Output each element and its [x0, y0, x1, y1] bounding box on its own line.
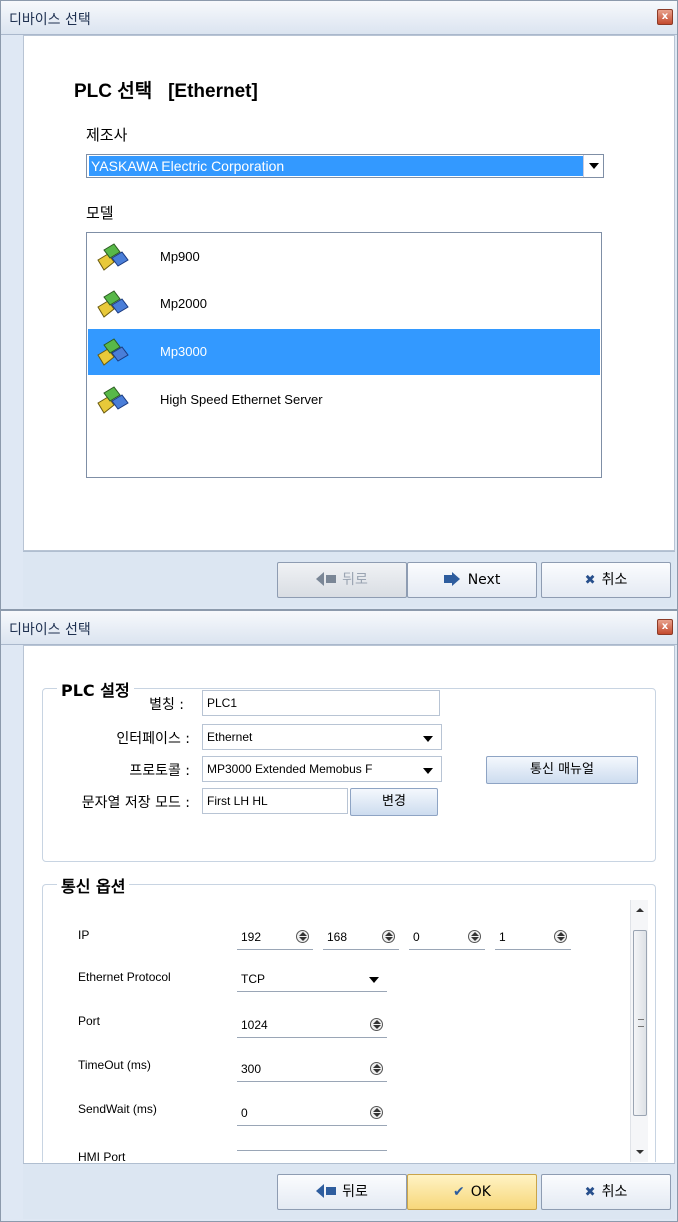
protocol-dropdown[interactable]: MP3000 Extended Memobus F: [202, 756, 442, 782]
list-item-mp2000[interactable]: Mp2000: [88, 281, 600, 327]
chevron-down-icon: [369, 977, 379, 983]
protocol-label: 프로토콜 :: [129, 763, 190, 779]
manufacturer-label: 제조사: [86, 126, 128, 144]
chevron-down-icon[interactable]: [583, 155, 603, 177]
arrow-right-icon: [451, 572, 460, 586]
spinner-icon[interactable]: [370, 1062, 383, 1075]
model-name: High Speed Ethernet Server: [160, 392, 323, 407]
ip-octet-3[interactable]: 0: [409, 924, 485, 950]
alias-field[interactable]: PLC1: [202, 690, 440, 716]
plc-device-icon: [97, 386, 129, 414]
device-select-window-2: 디바이스 선택 x PLC 설정 별칭 : PLC1 인터페이스 : Ether…: [0, 610, 678, 1222]
spinner-icon[interactable]: [382, 930, 395, 943]
next-label: Next: [467, 572, 501, 588]
plc-device-icon: [97, 243, 129, 271]
string-mode-label: 문자열 저장 모드 :: [81, 795, 190, 811]
spinner-icon[interactable]: [296, 930, 309, 943]
spinner-icon[interactable]: [370, 1106, 383, 1119]
sendwait-label: SendWait (ms): [78, 1102, 157, 1116]
model-name: Mp900: [160, 249, 200, 264]
scroll-thumb[interactable]: [633, 930, 647, 1116]
manufacturer-value: YASKAWA Electric Corporation: [89, 156, 583, 176]
title-bar: 디바이스 선택 x: [1, 1, 677, 35]
timeout-label: TimeOut (ms): [78, 1058, 151, 1072]
string-mode-field[interactable]: First LH HL: [202, 788, 348, 814]
title-bar: 디바이스 선택 x: [1, 611, 677, 645]
next-button[interactable]: Next: [407, 562, 537, 598]
cancel-button[interactable]: ✖ 취소: [541, 1174, 671, 1210]
port-field[interactable]: 1024: [237, 1012, 387, 1038]
hmi-port-label: HMI Port: [78, 1150, 126, 1164]
scroll-up-icon[interactable]: [636, 908, 644, 912]
ethernet-protocol-dropdown[interactable]: TCP: [237, 966, 387, 992]
back-label: 뒤로: [342, 572, 368, 588]
ok-label: OK: [470, 1184, 491, 1200]
device-select-window-1: 디바이스 선택 x PLC 선택 [Ethernet] 제조사 YASKAWA …: [0, 0, 678, 610]
page-title: PLC 선택 [Ethernet]: [74, 81, 258, 102]
window-title: 디바이스 선택: [9, 622, 91, 638]
ok-button[interactable]: ✔ OK: [407, 1174, 537, 1210]
ip-octet-2[interactable]: 168: [323, 924, 399, 950]
ethernet-protocol-label: Ethernet Protocol: [78, 970, 171, 984]
window-title: 디바이스 선택: [9, 12, 91, 28]
model-name: Mp2000: [160, 296, 207, 311]
arrow-left-icon: [316, 572, 325, 586]
ip-label: IP: [78, 928, 90, 942]
back-button[interactable]: 뒤로: [277, 1174, 407, 1210]
check-icon: ✔: [453, 1184, 465, 1200]
comm-options-scroll-area: IP 192 168 0 1 Ethernet Protocol TCP Por…: [43, 896, 655, 1164]
close-icon: ✖: [584, 573, 596, 588]
cancel-button[interactable]: ✖ 취소: [541, 562, 671, 598]
back-button[interactable]: 뒤로: [277, 562, 407, 598]
model-list[interactable]: Mp900 Mp2000 Mp3000 High Speed Ethernet …: [86, 232, 602, 478]
back-label: 뒤로: [342, 1184, 368, 1200]
footer-bar: 뒤로 ✔ OK ✖ 취소: [23, 1163, 675, 1219]
chevron-down-icon: [423, 768, 433, 774]
spinner-icon[interactable]: [554, 930, 567, 943]
plc-device-icon: [97, 290, 129, 318]
port-label: Port: [78, 1014, 101, 1028]
close-icon[interactable]: x: [657, 9, 673, 25]
footer-bar: 뒤로 Next ✖ 취소: [23, 551, 675, 607]
alias-label: 별칭 :: [149, 697, 184, 713]
plc-device-icon: [97, 338, 129, 366]
vertical-scrollbar[interactable]: [630, 900, 648, 1162]
interface-value: Ethernet: [207, 730, 253, 744]
protocol-value: MP3000 Extended Memobus F: [207, 762, 373, 776]
comm-manual-button[interactable]: 통신 매뉴얼: [486, 756, 638, 784]
cancel-label: 취소: [601, 1184, 628, 1200]
list-item-mp900[interactable]: Mp900: [88, 234, 600, 280]
hmi-port-field[interactable]: [237, 1150, 387, 1164]
plc-settings-panel: PLC 설정 별칭 : PLC1 인터페이스 : Ethernet 프로토콜 :…: [23, 645, 675, 1165]
spinner-icon[interactable]: [370, 1018, 383, 1031]
sendwait-field[interactable]: 0: [237, 1100, 387, 1126]
ip-octet-4[interactable]: 1: [495, 924, 571, 950]
cancel-label: 취소: [601, 572, 628, 588]
interface-label: 인터페이스 :: [116, 731, 190, 747]
change-button[interactable]: 변경: [350, 788, 438, 816]
interface-dropdown[interactable]: Ethernet: [202, 724, 442, 750]
close-icon: ✖: [584, 1185, 596, 1200]
model-label: 모델: [86, 204, 114, 222]
plc-select-panel: PLC 선택 [Ethernet] 제조사 YASKAWA Electric C…: [23, 35, 675, 551]
arrow-left-icon: [316, 1184, 325, 1198]
model-name: Mp3000: [160, 344, 207, 359]
list-item-mp3000[interactable]: Mp3000: [88, 329, 600, 375]
group-title: 통신 옵션: [57, 873, 130, 897]
manufacturer-dropdown[interactable]: YASKAWA Electric Corporation: [86, 154, 604, 178]
close-icon[interactable]: x: [657, 619, 673, 635]
timeout-field[interactable]: 300: [237, 1056, 387, 1082]
spinner-icon[interactable]: [468, 930, 481, 943]
scroll-down-icon[interactable]: [636, 1150, 644, 1154]
chevron-down-icon: [423, 736, 433, 742]
ip-octet-1[interactable]: 192: [237, 924, 313, 950]
list-item-high-speed-ethernet-server[interactable]: High Speed Ethernet Server: [88, 377, 600, 423]
